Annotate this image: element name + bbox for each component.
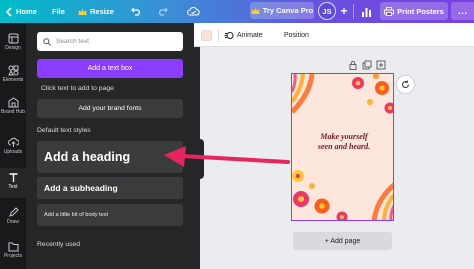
redo-button[interactable] [157,0,168,23]
position-button[interactable]: Position [284,27,309,44]
toolbar-divider [353,4,354,19]
rail-item-elements[interactable]: Elements [0,61,26,91]
animate-icon [224,32,234,39]
menu-button[interactable] [5,0,13,23]
top-bar: Home File Resize Try Canva Pro JS + Prin… [0,0,474,23]
chevron-left-icon [5,6,12,17]
left-rail: Design Elements Brand Hub Uploads Text D… [0,23,26,269]
printer-icon [384,6,395,16]
home-button[interactable]: Home [16,0,37,23]
refresh-button[interactable] [397,76,414,93]
avatar[interactable]: JS [318,2,336,20]
toolbar-divider [218,29,219,42]
flower-icon [292,170,348,220]
bar-chart-icon [362,8,371,17]
duplicate-page-icon[interactable] [362,60,372,70]
text-icon [9,173,17,182]
search-icon [43,37,51,46]
poster-headline[interactable]: Make yourself seen and heard. [304,132,384,152]
lock-icon[interactable] [348,60,358,70]
rail-item-projects[interactable]: Projects [0,237,26,267]
search-input[interactable] [56,38,176,45]
default-styles-heading: Default text styles [37,127,91,134]
search-field[interactable] [37,32,183,51]
rail-item-brand-hub[interactable]: Brand Hub [0,93,26,123]
elements-icon [7,65,18,76]
rail-item-uploads[interactable]: Uploads [0,133,26,163]
add-page-icon[interactable] [376,60,386,70]
file-menu[interactable]: File [52,0,65,23]
more-options-button[interactable]: … [451,2,474,20]
cloud-save-button[interactable] [187,0,200,23]
undo-button[interactable] [131,0,142,23]
rail-item-design[interactable]: Design [0,29,26,59]
share-add-button[interactable]: + [339,3,349,19]
animate-button[interactable]: Animate [224,27,263,44]
undo-icon [131,7,140,16]
click-text-hint: Click text to add to page [41,85,114,92]
add-body-text-button[interactable]: Add a little bit of body text [37,204,183,226]
uploads-icon [7,137,19,147]
refresh-icon [402,80,409,88]
brand-fonts-button[interactable]: Add your brand fonts [37,99,183,118]
redo-icon [159,7,168,16]
annotation-arrow-icon [164,146,290,167]
cloud-check-icon [187,7,200,16]
rail-item-text[interactable]: Text [0,168,26,198]
background-color-swatch[interactable] [201,30,212,41]
add-page-button[interactable]: + Add page [293,232,392,250]
print-posters-button[interactable]: Print Posters [380,2,448,20]
draw-icon [8,207,19,217]
add-text-box-button[interactable]: Add a text box [37,59,183,78]
projects-icon [8,242,18,252]
resize-button[interactable]: Resize [78,0,114,23]
add-subheading-button[interactable]: Add a subheading [37,177,183,199]
try-canva-pro-button[interactable]: Try Canva Pro [250,2,314,19]
crown-icon [251,7,260,14]
recently-used-heading: Recently used [37,241,81,248]
rail-item-draw[interactable]: Draw [0,203,26,233]
design-icon [8,33,18,44]
crown-icon [78,8,87,15]
flower-icon [352,74,393,114]
brand-hub-icon [8,97,18,108]
insights-button[interactable] [360,4,373,19]
